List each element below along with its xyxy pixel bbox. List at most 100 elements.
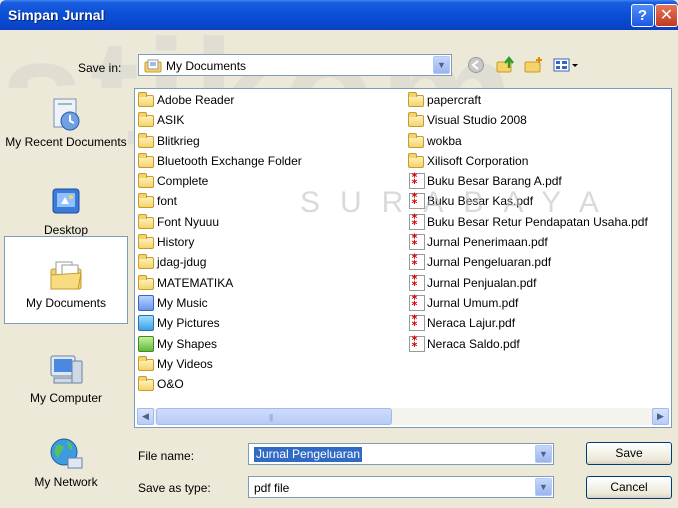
file-name: My Pictures: [157, 316, 220, 331]
file-name: Xilisoft Corporation: [427, 153, 529, 168]
folder-icon: [138, 376, 154, 392]
file-name: font: [157, 194, 178, 209]
save-button[interactable]: Save: [586, 442, 672, 465]
scroll-left-button[interactable]: ◀: [137, 408, 154, 425]
save-in-dropdown[interactable]: My Documents ▼: [138, 54, 452, 76]
folder-icon: [138, 173, 154, 189]
place-label: My Network: [34, 475, 98, 489]
folder-icon: [408, 132, 424, 148]
folder-icon: [138, 152, 154, 168]
window-title: Simpan Jurnal: [8, 7, 105, 23]
file-list-item[interactable]: Jurnal Pengeluaran.pdf: [405, 250, 648, 272]
file-list-item[interactable]: MATEMATIKA: [135, 273, 302, 293]
file-list-item[interactable]: Complete: [135, 171, 302, 191]
file-list-item[interactable]: Xilisoft Corporation: [405, 151, 648, 171]
file-list-item[interactable]: Visual Studio 2008: [405, 110, 648, 130]
file-list-item[interactable]: Jurnal Penjualan.pdf: [405, 271, 648, 293]
folder-icon: [138, 234, 154, 250]
pdf-file-icon: [409, 311, 425, 332]
file-name: Font Nyuuu: [157, 214, 220, 229]
save-in-label: Save in:: [78, 61, 122, 75]
scrollbar-thumb[interactable]: |||: [156, 408, 392, 425]
place-my-network[interactable]: My Network: [4, 436, 128, 490]
chevron-down-icon[interactable]: ▼: [535, 478, 552, 496]
place-my-computer[interactable]: My Computer: [4, 352, 128, 406]
place-my-recent-documents[interactable]: My Recent Documents: [4, 96, 128, 150]
file-name: MATEMATIKA: [157, 275, 234, 290]
file-name: ASIK: [157, 113, 185, 128]
file-list-column-2: papercraft Visual Studio 2008 wokba Xilisof…: [405, 90, 648, 354]
file-list-item[interactable]: My Music: [135, 293, 302, 313]
pdf-file-icon: [409, 271, 425, 291]
file-name: papercraft: [427, 93, 482, 107]
save-as-type-label: Save as type:: [138, 481, 211, 495]
file-name: Buku Besar Barang A.pdf: [427, 174, 562, 189]
file-list-item[interactable]: Buku Besar Barang A.pdf: [405, 169, 648, 191]
file-list-item[interactable]: My Videos: [135, 354, 302, 374]
file-list-item[interactable]: History: [135, 232, 302, 252]
file-list-item[interactable]: Jurnal Penerimaan.pdf: [405, 230, 648, 252]
chevron-down-icon[interactable]: ▼: [535, 445, 552, 463]
file-list-item[interactable]: Neraca Saldo.pdf: [405, 332, 648, 354]
file-name: My Shapes: [157, 336, 218, 351]
file-list-item[interactable]: Blitkrieg: [135, 131, 302, 151]
horizontal-scrollbar[interactable]: ◀ ||| ▶: [137, 408, 669, 425]
close-button[interactable]: ✕: [655, 4, 678, 27]
save-in-value: My Documents: [166, 59, 247, 73]
file-list-item[interactable]: Bluetooth Exchange Folder: [135, 151, 302, 171]
file-list-item[interactable]: jdag-jdug: [135, 252, 302, 272]
file-name: My Music: [157, 295, 208, 310]
scroll-right-button[interactable]: ▶: [652, 408, 669, 425]
file-list-item[interactable]: Neraca Lajur.pdf: [405, 311, 648, 333]
file-name: History: [157, 235, 195, 250]
help-button[interactable]: ?: [631, 4, 654, 27]
back-icon[interactable]: [466, 56, 486, 76]
place-label: My Computer: [29, 391, 103, 405]
file-list-item[interactable]: ASIK: [135, 110, 302, 130]
pdf-file-icon: [409, 210, 425, 230]
file-name-field[interactable]: Jurnal Pengeluaran ▼: [248, 443, 554, 465]
file-name: Bluetooth Exchange Folder: [157, 153, 302, 168]
file-list-item[interactable]: wokba: [405, 131, 648, 151]
my-computer-icon: [48, 352, 84, 388]
save-as-type-dropdown[interactable]: pdf file ▼: [248, 476, 554, 498]
file-name: Blitkrieg: [157, 133, 200, 148]
places-bar: My Recent Documents Desktop My Documents…: [4, 88, 128, 498]
file-name: Visual Studio 2008: [427, 113, 527, 128]
pdf-file-icon: [409, 291, 425, 311]
file-name: Jurnal Penjualan.pdf: [427, 275, 537, 290]
folder-icon: [138, 213, 154, 229]
views-menu-icon[interactable]: [553, 56, 579, 76]
folder-icon: [138, 193, 154, 209]
file-list-item[interactable]: Font Nyuuu: [135, 212, 302, 232]
file-list-item[interactable]: Buku Besar Retur Pendapatan Usaha.pdf: [405, 210, 648, 232]
file-list-item[interactable]: Jurnal Umum.pdf: [405, 291, 648, 313]
file-list-item[interactable]: My Pictures: [135, 313, 302, 333]
place-desktop[interactable]: Desktop: [4, 184, 128, 238]
file-list-item[interactable]: O&O: [135, 374, 302, 394]
file-name: Jurnal Pengeluaran.pdf: [427, 255, 552, 270]
file-list-item[interactable]: My Shapes: [135, 334, 302, 354]
file-name: Complete: [157, 174, 209, 189]
place-my-documents[interactable]: My Documents: [4, 236, 128, 324]
file-name: Jurnal Umum.pdf: [427, 295, 519, 310]
folder-icon: [138, 112, 154, 128]
file-name: Adobe Reader: [157, 93, 235, 107]
file-list-item[interactable]: Buku Besar Kas.pdf: [405, 189, 648, 211]
recent-documents-icon: [48, 96, 84, 132]
file-name: wokba: [427, 133, 462, 148]
file-name: Buku Besar Kas.pdf: [427, 194, 534, 209]
cancel-button[interactable]: Cancel: [586, 476, 672, 499]
file-list[interactable]: Adobe Reader ASIK Blitkrieg Bluetooth Excha…: [134, 88, 672, 428]
file-name: Buku Besar Retur Pendapatan Usaha.pdf: [427, 214, 648, 229]
up-folder-icon[interactable]: [496, 56, 516, 76]
file-list-item[interactable]: Adobe Reader: [135, 90, 302, 110]
pdf-file-icon: [409, 189, 425, 210]
chevron-down-icon[interactable]: ▼: [433, 56, 450, 74]
pdf-file-icon: [409, 332, 425, 352]
file-list-item[interactable]: papercraft: [405, 90, 648, 110]
save-as-type-value: pdf file: [254, 481, 290, 495]
file-list-item[interactable]: font: [135, 191, 302, 211]
new-folder-icon[interactable]: [524, 56, 544, 76]
my-documents-icon: [48, 257, 84, 293]
